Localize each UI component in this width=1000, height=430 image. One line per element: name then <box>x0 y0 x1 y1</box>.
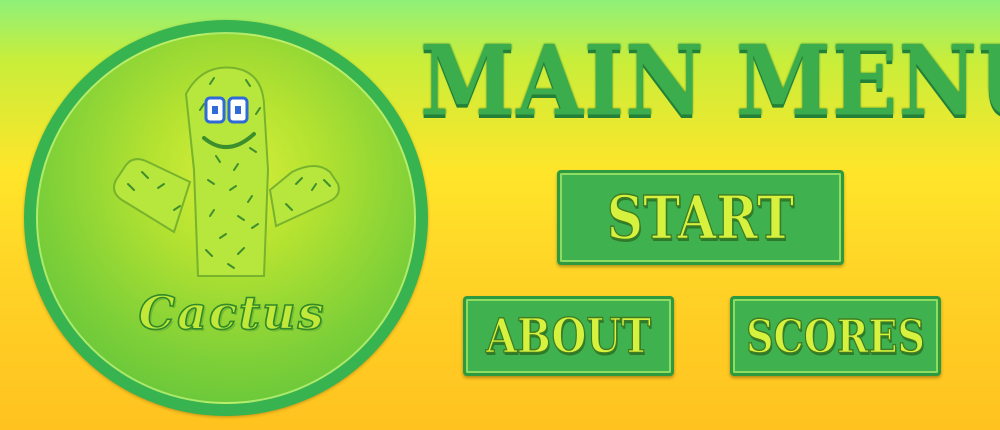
cactus-mascot-icon <box>113 66 340 277</box>
start-button[interactable]: START <box>557 170 844 265</box>
about-button[interactable]: ABOUT <box>463 296 674 376</box>
game-logo: Cactus <box>24 20 428 416</box>
about-button-label: ABOUT <box>485 307 652 365</box>
scores-button[interactable]: SCORES <box>730 296 941 376</box>
main-menu-title: MAIN MENU <box>420 24 1000 138</box>
main-menu-screen: Cactus MAIN MENU START ABOUT SCORES <box>0 0 1000 430</box>
logo-wordmark: Cactus <box>138 285 326 341</box>
scores-button-label: SCORES <box>746 308 926 363</box>
start-button-label: START <box>606 181 795 253</box>
